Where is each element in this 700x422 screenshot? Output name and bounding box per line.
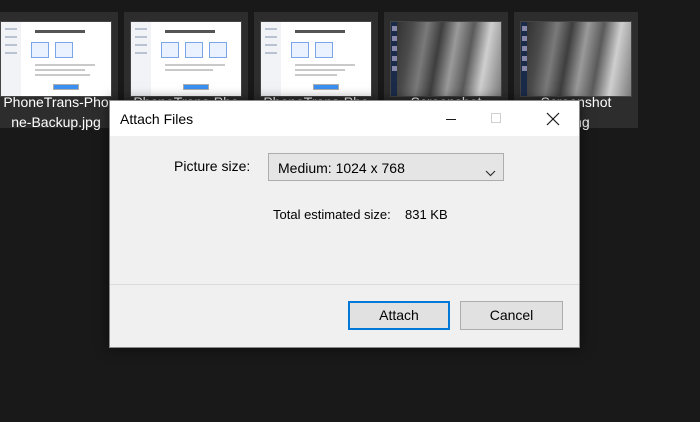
picture-size-select[interactable]: Medium: 1024 x 768: [268, 153, 504, 181]
total-size-value: 831 KB: [405, 207, 448, 222]
close-icon[interactable]: [530, 101, 576, 136]
dialog-titlebar[interactable]: Attach Files: [110, 101, 579, 136]
file-thumbnail: [520, 21, 632, 97]
file-thumbnail: [0, 21, 112, 97]
file-thumbnail: [390, 21, 502, 97]
divider: [110, 284, 579, 285]
file-name: PhoneTrans-Pho ne-Backup.jpg: [3, 94, 109, 130]
dialog-title: Attach Files: [120, 111, 194, 127]
file-thumbnail: [130, 21, 242, 97]
picture-size-label: Picture size:: [174, 158, 251, 174]
picture-size-value: Medium: 1024 x 768: [278, 160, 405, 176]
file-tile[interactable]: PhoneTrans-Pho ne-Backup.jpg: [0, 12, 118, 130]
cancel-button[interactable]: Cancel: [460, 301, 563, 330]
attach-button[interactable]: Attach: [348, 301, 450, 330]
chevron-down-icon: [485, 164, 496, 182]
attach-files-dialog: Attach Files Picture size: Medium: 1024 …: [109, 100, 580, 348]
maximize-icon: [474, 101, 520, 136]
file-thumbnail: [260, 21, 372, 97]
total-size-label: Total estimated size:: [273, 207, 391, 222]
minimize-icon[interactable]: [428, 101, 474, 136]
